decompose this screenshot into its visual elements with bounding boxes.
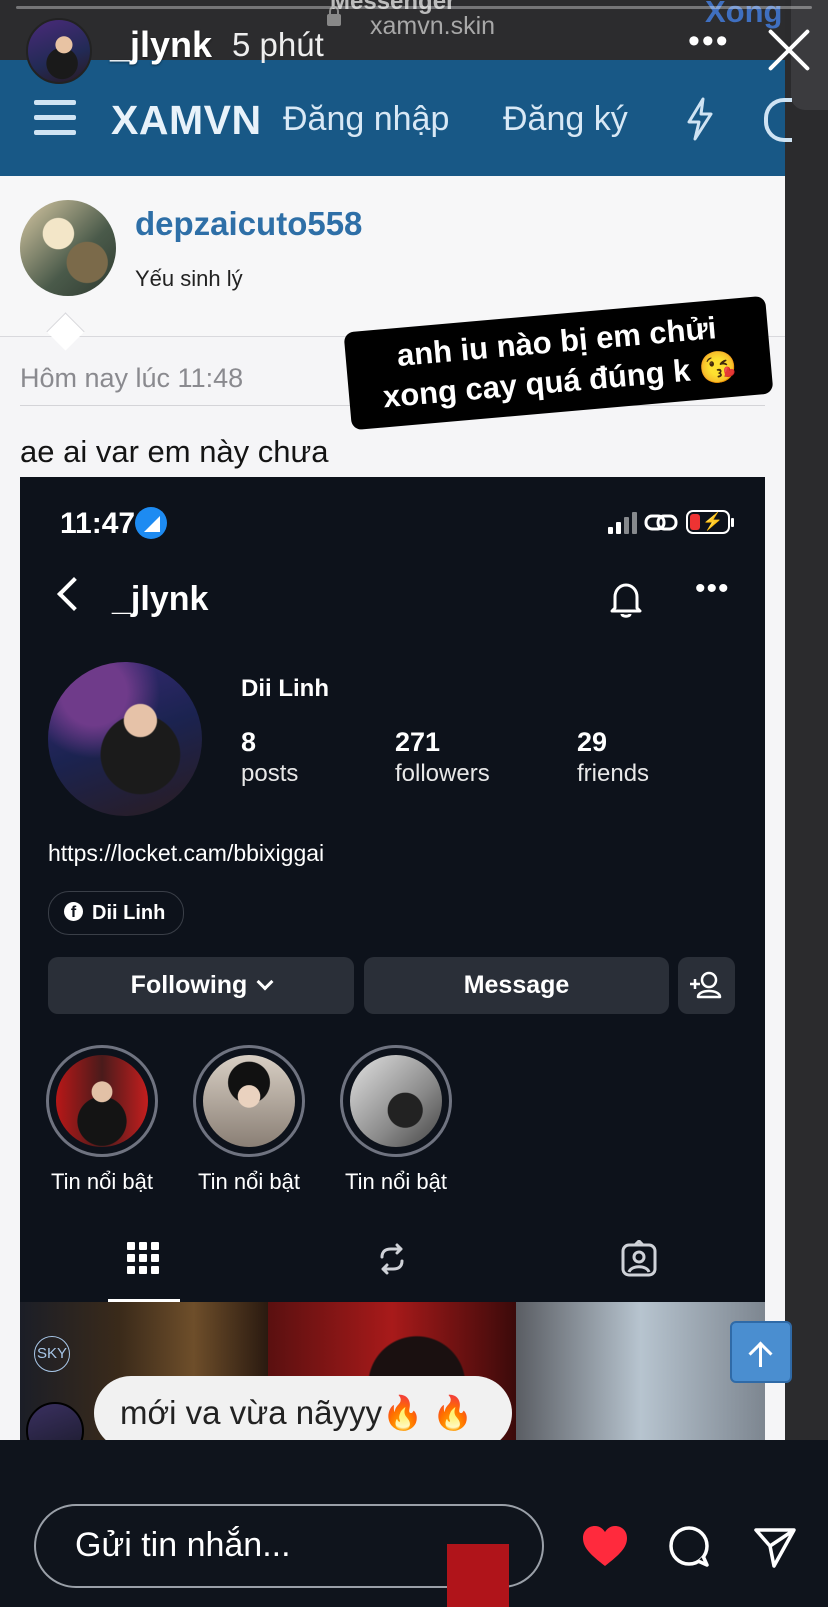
author-title: Yếu sinh lý: [135, 266, 243, 291]
forum-logo[interactable]: XAMVN: [111, 97, 262, 144]
tagged-icon[interactable]: [620, 1240, 658, 1278]
heart-icon[interactable]: [581, 1524, 629, 1568]
chevron-down-icon: [256, 973, 274, 991]
highlight-label-3: Tin nổi bật: [345, 1169, 447, 1194]
story-more-icon[interactable]: •••: [688, 22, 730, 61]
add-user-icon: [690, 971, 722, 999]
highlight-label-1: Tin nổi bật: [51, 1169, 153, 1194]
link-icon: [644, 514, 678, 531]
right-edge-strip: [785, 0, 828, 1440]
highlight-2[interactable]: [193, 1045, 305, 1157]
highlight-label-2: Tin nổi bật: [198, 1169, 300, 1194]
repost-icon[interactable]: [374, 1241, 410, 1277]
post-date[interactable]: Hôm nay lúc 11:48: [20, 363, 243, 394]
more-icon[interactable]: •••: [695, 572, 730, 606]
display-name: Dii Linh: [241, 675, 329, 702]
lock-icon: [327, 6, 341, 26]
post-text: ae ai var em này chưa: [20, 434, 329, 469]
bell-icon[interactable]: [607, 580, 645, 620]
location-icon: [135, 507, 167, 539]
send-icon[interactable]: [752, 1524, 798, 1570]
menu-icon[interactable]: [34, 100, 76, 136]
message-label: Message: [463, 971, 570, 999]
facebook-name: Dii Linh: [92, 902, 166, 924]
sky-logo: SKY: [34, 1336, 70, 1372]
lightning-icon[interactable]: [683, 96, 717, 142]
signal-icon: [608, 512, 638, 534]
story-progress-bar: [16, 6, 812, 9]
add-user-button[interactable]: [678, 957, 735, 1014]
status-time: 11:47: [60, 507, 136, 540]
author-name[interactable]: depzaicuto558: [135, 205, 362, 243]
followers-label[interactable]: followers: [395, 760, 490, 788]
following-label: Following: [130, 971, 248, 999]
comment-icon[interactable]: [667, 1524, 711, 1568]
scroll-to-top-button[interactable]: [730, 1321, 792, 1383]
grid-icon[interactable]: [127, 1242, 159, 1274]
friends-label[interactable]: friends: [577, 760, 649, 788]
following-button[interactable]: Following: [48, 957, 354, 1014]
close-icon[interactable]: [765, 26, 813, 74]
red-block: [447, 1544, 509, 1607]
profile-username: _jlynk: [112, 580, 209, 618]
story-author-name[interactable]: _jlynk: [110, 24, 212, 66]
posts-label[interactable]: posts: [241, 760, 298, 788]
register-link[interactable]: Đăng ký: [503, 100, 628, 139]
bio-link[interactable]: https://locket.cam/bbixiggai: [48, 840, 324, 867]
login-link[interactable]: Đăng nhập: [283, 100, 449, 139]
battery-icon: ⚡: [686, 510, 734, 534]
highlight-3[interactable]: [340, 1045, 452, 1157]
story-author-avatar[interactable]: [26, 18, 92, 84]
reply-bubble-text: mới va vừa nãyyy🔥 🔥: [120, 1394, 474, 1431]
author-avatar[interactable]: [20, 200, 116, 296]
posts-count[interactable]: 8: [241, 727, 256, 758]
story-time: 5 phút: [232, 26, 324, 63]
search-icon[interactable]: [764, 98, 792, 142]
profile-avatar[interactable]: [48, 662, 202, 816]
highlight-1[interactable]: [46, 1045, 158, 1157]
post-thumbnail-3[interactable]: [516, 1302, 765, 1440]
followers-count[interactable]: 271: [395, 727, 440, 758]
facebook-icon: f: [64, 902, 83, 921]
message-placeholder: Gửi tin nhắn...: [75, 1526, 291, 1564]
url-text[interactable]: xamvn.skin: [370, 12, 495, 41]
friends-count[interactable]: 29: [577, 727, 607, 758]
message-button[interactable]: Message: [364, 957, 669, 1014]
